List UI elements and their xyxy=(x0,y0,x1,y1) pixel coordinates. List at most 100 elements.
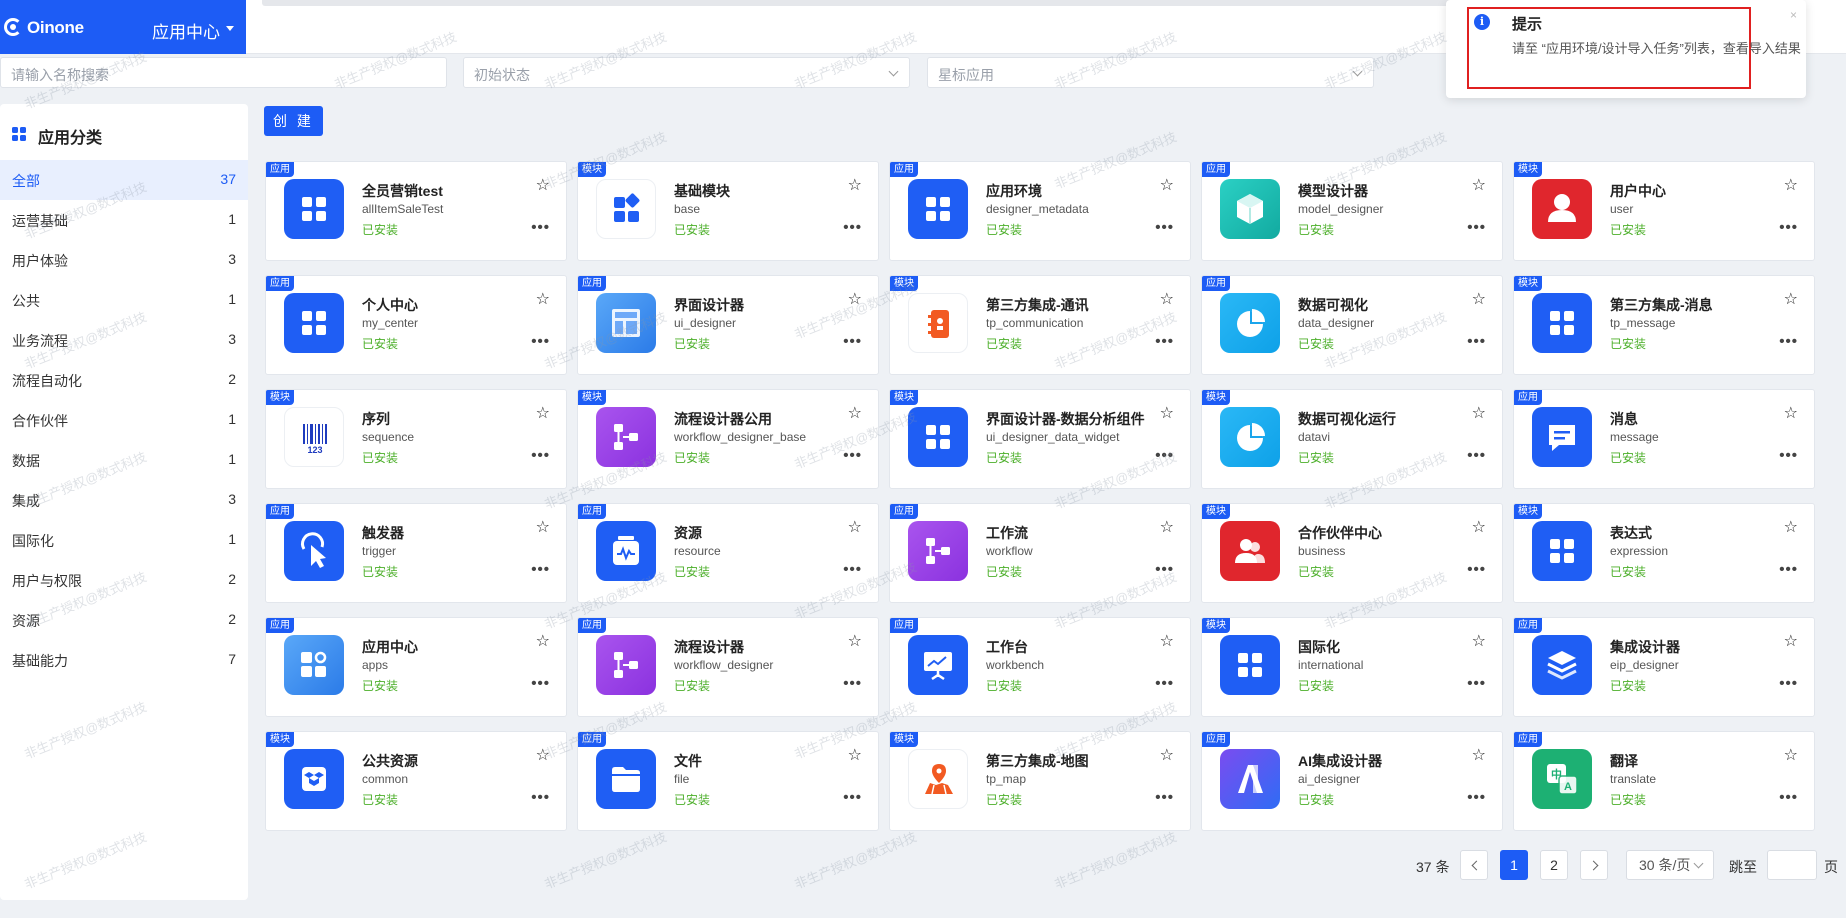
star-icon[interactable]: ☆ xyxy=(1784,178,1798,194)
app-card[interactable]: 应用 资源 resource 已安装 ☆ ••• xyxy=(577,503,879,603)
app-card[interactable]: 应用 触发器 trigger 已安装 ☆ ••• xyxy=(265,503,567,603)
app-card[interactable]: 模块 123 序列 sequence 已安装 ☆ ••• xyxy=(265,389,567,489)
sidebar-item-4[interactable]: 业务流程 3 xyxy=(0,320,248,360)
sidebar-item-6[interactable]: 合作伙伴 1 xyxy=(0,400,248,440)
app-card[interactable]: 应用 模型设计器 model_designer 已安装 ☆ ••• xyxy=(1201,161,1503,261)
app-card[interactable]: 应用 个人中心 my_center 已安装 ☆ ••• xyxy=(265,275,567,375)
app-card[interactable]: 模块 第三方集成-消息 tp_message 已安装 ☆ ••• xyxy=(1513,275,1815,375)
star-icon[interactable]: ☆ xyxy=(1160,178,1174,194)
more-options-icon[interactable]: ••• xyxy=(531,334,550,349)
jump-page-input[interactable] xyxy=(1767,850,1817,880)
star-icon[interactable]: ☆ xyxy=(1160,520,1174,536)
sidebar-item-8[interactable]: 集成 3 xyxy=(0,480,248,520)
app-card[interactable]: 模块 数据可视化运行 datavi 已安装 ☆ ••• xyxy=(1201,389,1503,489)
more-options-icon[interactable]: ••• xyxy=(1467,790,1486,805)
more-options-icon[interactable]: ••• xyxy=(1779,334,1798,349)
page-2-button[interactable]: 2 xyxy=(1540,850,1568,880)
app-card[interactable]: 模块 合作伙伴中心 business 已安装 ☆ ••• xyxy=(1201,503,1503,603)
app-card[interactable]: 应用 应用环境 designer_metadata 已安装 ☆ ••• xyxy=(889,161,1191,261)
sidebar-item-10[interactable]: 用户与权限 2 xyxy=(0,560,248,600)
more-options-icon[interactable]: ••• xyxy=(1779,562,1798,577)
more-options-icon[interactable]: ••• xyxy=(1155,448,1174,463)
star-icon[interactable]: ☆ xyxy=(1160,292,1174,308)
star-icon[interactable]: ☆ xyxy=(1472,748,1486,764)
more-options-icon[interactable]: ••• xyxy=(1155,562,1174,577)
star-icon[interactable]: ☆ xyxy=(848,634,862,650)
more-options-icon[interactable]: ••• xyxy=(1155,676,1174,691)
star-icon[interactable]: ☆ xyxy=(536,178,550,194)
create-button[interactable]: 创 建 xyxy=(264,106,323,136)
app-card[interactable]: 应用 文件 file 已安装 ☆ ••• xyxy=(577,731,879,831)
star-icon[interactable]: ☆ xyxy=(1784,292,1798,308)
sidebar-item-11[interactable]: 资源 2 xyxy=(0,600,248,640)
more-options-icon[interactable]: ••• xyxy=(531,220,550,235)
app-card[interactable]: 模块 基础模块 base 已安装 ☆ ••• xyxy=(577,161,879,261)
more-options-icon[interactable]: ••• xyxy=(1467,448,1486,463)
caret-down-icon[interactable] xyxy=(226,26,234,31)
star-icon[interactable]: ☆ xyxy=(1472,634,1486,650)
sidebar-item-9[interactable]: 国际化 1 xyxy=(0,520,248,560)
star-select[interactable]: 星标应用 xyxy=(927,57,1374,88)
star-icon[interactable]: ☆ xyxy=(1784,634,1798,650)
app-card[interactable]: 模块 界面设计器-数据分析组件 ui_designer_data_widget 已安装… xyxy=(889,389,1191,489)
app-card[interactable]: 应用 应用中心 apps 已安装 ☆ ••• xyxy=(265,617,567,717)
more-options-icon[interactable]: ••• xyxy=(1779,448,1798,463)
app-card[interactable]: 模块 公共资源 common 已安装 ☆ ••• xyxy=(265,731,567,831)
status-select[interactable]: 初始状态 xyxy=(463,57,910,88)
app-card[interactable]: 应用 集成设计器 eip_designer 已安装 ☆ ••• xyxy=(1513,617,1815,717)
search-input[interactable]: 请输入名称搜索 xyxy=(0,57,447,88)
sidebar-item-3[interactable]: 公共 1 xyxy=(0,280,248,320)
app-card[interactable]: 模块 第三方集成-通讯 tp_communication 已安装 ☆ ••• xyxy=(889,275,1191,375)
sidebar-item-1[interactable]: 运营基础 1 xyxy=(0,200,248,240)
more-options-icon[interactable]: ••• xyxy=(531,676,550,691)
more-options-icon[interactable]: ••• xyxy=(1155,790,1174,805)
more-options-icon[interactable]: ••• xyxy=(1155,220,1174,235)
star-icon[interactable]: ☆ xyxy=(848,748,862,764)
app-card[interactable]: 应用 工作流 workflow 已安装 ☆ ••• xyxy=(889,503,1191,603)
star-icon[interactable]: ☆ xyxy=(1784,748,1798,764)
more-options-icon[interactable]: ••• xyxy=(1779,220,1798,235)
more-options-icon[interactable]: ••• xyxy=(843,676,862,691)
app-card[interactable]: 模块 第三方集成-地图 tp_map 已安装 ☆ ••• xyxy=(889,731,1191,831)
star-icon[interactable]: ☆ xyxy=(848,178,862,194)
more-options-icon[interactable]: ••• xyxy=(1779,676,1798,691)
sidebar-item-0[interactable]: 全部 37 xyxy=(0,160,248,200)
app-card[interactable]: 应用 全员营销test allItemSaleTest 已安装 ☆ ••• xyxy=(265,161,567,261)
more-options-icon[interactable]: ••• xyxy=(843,790,862,805)
star-icon[interactable]: ☆ xyxy=(1472,178,1486,194)
prev-page-button[interactable] xyxy=(1460,850,1488,880)
app-card[interactable]: 应用 数据可视化 data_designer 已安装 ☆ ••• xyxy=(1201,275,1503,375)
page-size-select[interactable]: 30 条/页 xyxy=(1626,850,1714,880)
horizontal-scrollbar[interactable] xyxy=(262,0,1462,6)
more-options-icon[interactable]: ••• xyxy=(531,448,550,463)
star-icon[interactable]: ☆ xyxy=(1784,406,1798,422)
app-card[interactable]: 应用 界面设计器 ui_designer 已安装 ☆ ••• xyxy=(577,275,879,375)
star-icon[interactable]: ☆ xyxy=(1472,406,1486,422)
app-card[interactable]: 应用 AI集成设计器 ai_designer 已安装 ☆ ••• xyxy=(1201,731,1503,831)
star-icon[interactable]: ☆ xyxy=(848,292,862,308)
app-card[interactable]: 模块 用户中心 user 已安装 ☆ ••• xyxy=(1513,161,1815,261)
app-card[interactable]: 模块 表达式 expression 已安装 ☆ ••• xyxy=(1513,503,1815,603)
star-icon[interactable]: ☆ xyxy=(848,406,862,422)
sidebar-item-5[interactable]: 流程自动化 2 xyxy=(0,360,248,400)
star-icon[interactable]: ☆ xyxy=(1160,634,1174,650)
more-options-icon[interactable]: ••• xyxy=(531,562,550,577)
more-options-icon[interactable]: ••• xyxy=(1467,334,1486,349)
more-options-icon[interactable]: ••• xyxy=(1779,790,1798,805)
star-icon[interactable]: ☆ xyxy=(1784,520,1798,536)
star-icon[interactable]: ☆ xyxy=(1160,406,1174,422)
more-options-icon[interactable]: ••• xyxy=(531,790,550,805)
app-card[interactable]: 模块 国际化 international 已安装 ☆ ••• xyxy=(1201,617,1503,717)
sidebar-item-12[interactable]: 基础能力 7 xyxy=(0,640,248,680)
sidebar-item-7[interactable]: 数据 1 xyxy=(0,440,248,480)
app-card[interactable]: 应用 工作台 workbench 已安装 ☆ ••• xyxy=(889,617,1191,717)
more-options-icon[interactable]: ••• xyxy=(1467,220,1486,235)
sidebar-item-2[interactable]: 用户体验 3 xyxy=(0,240,248,280)
app-card[interactable]: 应用中 A 翻译 translate 已安装 ☆ ••• xyxy=(1513,731,1815,831)
star-icon[interactable]: ☆ xyxy=(536,634,550,650)
more-options-icon[interactable]: ••• xyxy=(843,448,862,463)
app-card[interactable]: 模块 流程设计器公用 workflow_designer_base 已安装 ☆ ••• xyxy=(577,389,879,489)
close-icon[interactable]: × xyxy=(1790,8,1797,22)
more-options-icon[interactable]: ••• xyxy=(1467,562,1486,577)
star-icon[interactable]: ☆ xyxy=(1472,292,1486,308)
